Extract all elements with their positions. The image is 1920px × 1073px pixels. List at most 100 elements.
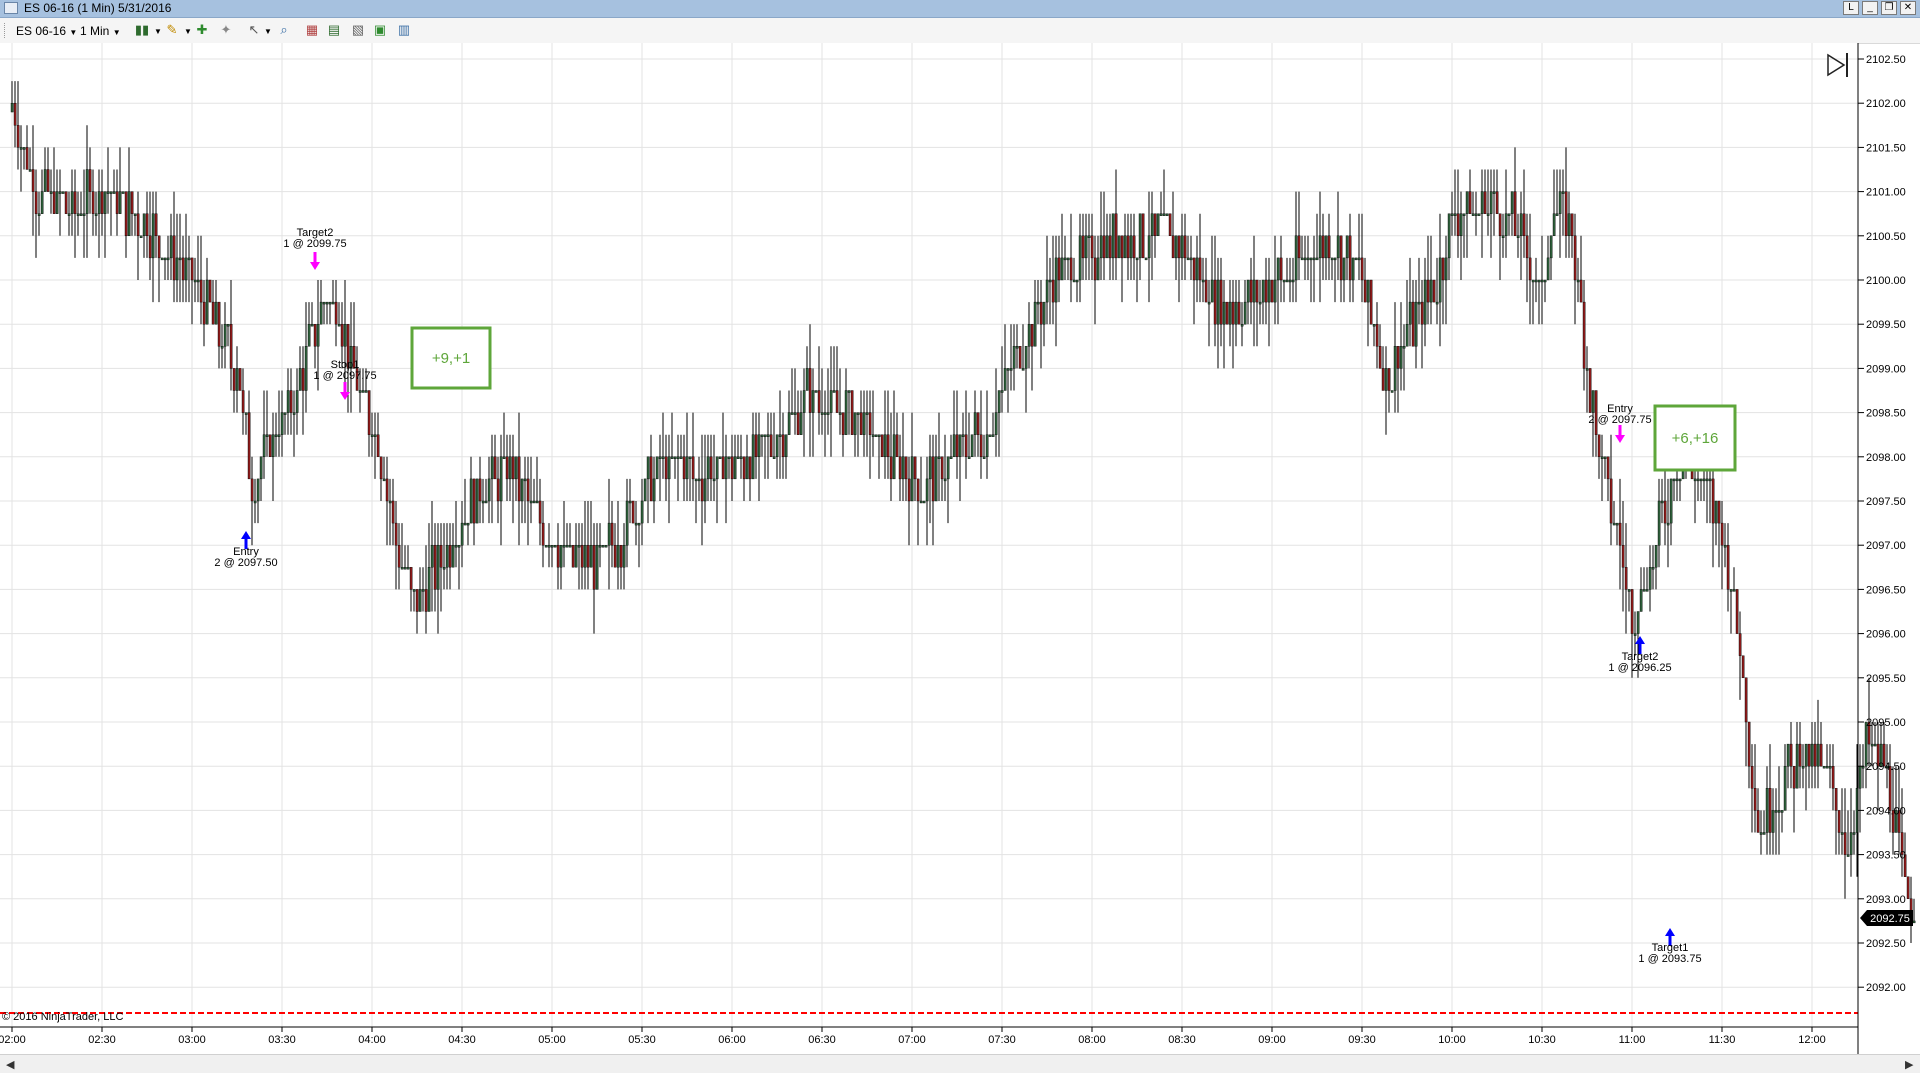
- crosshair-tool-icon[interactable]: ✦: [218, 22, 234, 38]
- link-button[interactable]: L: [1843, 1, 1859, 15]
- instrument-selector[interactable]: ES 06-16 ▼: [16, 22, 77, 40]
- price-chart[interactable]: 2102.50 2102.00 2101.50 2101.00 2100.50 2100.…: [0, 43, 1920, 1054]
- bar-body: [208, 279, 212, 303]
- bar-body: [580, 545, 584, 568]
- bar-body: [70, 191, 74, 214]
- minimize-button[interactable]: _: [1862, 1, 1878, 15]
- bar-body: [631, 500, 635, 524]
- bar-body: [400, 567, 404, 570]
- bar-body: [1156, 213, 1160, 236]
- panel-icon[interactable]: ▥: [396, 22, 412, 38]
- bar-body: [907, 478, 911, 502]
- strategies-icon[interactable]: ▤: [326, 22, 342, 38]
- bar-body: [1357, 257, 1361, 261]
- bar-type-icon[interactable]: ▮▮: [134, 22, 150, 38]
- bar-body: [1495, 191, 1499, 214]
- bar-body: [1522, 213, 1526, 236]
- bar-body: [1009, 368, 1013, 371]
- bar-body: [439, 545, 443, 568]
- price-tick-label: 2099.50: [1866, 319, 1906, 331]
- scroll-right-icon[interactable]: ▶: [1905, 1058, 1913, 1071]
- bar-body: [1444, 257, 1448, 281]
- bar-body: [733, 456, 737, 480]
- scroll-left-icon[interactable]: ◀: [6, 1058, 14, 1071]
- bar-body: [1492, 191, 1496, 194]
- bar-body: [766, 434, 770, 437]
- bar-body: [1693, 478, 1697, 482]
- bar-body: [1252, 279, 1256, 303]
- bar-body: [337, 324, 341, 327]
- annotation-detail: 1 @ 2093.75: [1638, 953, 1701, 965]
- bar-body: [850, 390, 854, 435]
- horizontal-scrollbar[interactable]: ◀ ▶: [0, 1054, 1920, 1073]
- bar-body: [1270, 279, 1274, 303]
- bar-body: [1786, 743, 1790, 767]
- bar-body: [43, 169, 47, 192]
- pencil-icon[interactable]: ✎: [164, 22, 180, 38]
- bar-body: [1030, 324, 1034, 347]
- chevron-down-icon[interactable]: ▼: [260, 24, 276, 40]
- close-button[interactable]: ✕: [1900, 1, 1916, 15]
- bar-body: [1849, 832, 1853, 855]
- bar-body: [1207, 301, 1211, 305]
- bar-body: [16, 125, 20, 148]
- interval-selector[interactable]: 1 Min ▼: [80, 22, 121, 40]
- bar-body: [358, 390, 362, 393]
- zoom-icon[interactable]: ⌕: [276, 22, 292, 38]
- bar-body: [1273, 279, 1277, 303]
- bar-body: [433, 545, 437, 590]
- data-box-icon[interactable]: ▣: [372, 22, 388, 38]
- bar-body: [910, 456, 914, 502]
- bar-body: [1714, 500, 1718, 524]
- bar-body: [1084, 235, 1088, 259]
- bar-body: [1660, 500, 1664, 504]
- bar-body: [715, 456, 719, 480]
- add-drawing-icon[interactable]: ✚: [194, 22, 210, 38]
- bar-body: [862, 412, 866, 435]
- bar-body: [823, 412, 827, 415]
- bar-body: [775, 434, 779, 458]
- bar-body: [118, 191, 122, 214]
- bar-body: [949, 456, 953, 459]
- bar-body: [124, 191, 128, 237]
- bar-body: [1039, 301, 1043, 325]
- bar-body: [964, 434, 968, 458]
- bar-body: [505, 456, 509, 480]
- time-tick-label: 02:00: [0, 1034, 26, 1046]
- indicators-icon[interactable]: ▦: [304, 22, 320, 38]
- bar-body: [1732, 589, 1736, 592]
- bar-body: [37, 213, 41, 216]
- time-tick-label: 09:30: [1348, 1034, 1376, 1046]
- bar-body: [742, 456, 746, 480]
- bar-body: [661, 456, 665, 459]
- bar-body: [193, 279, 197, 283]
- bar-body: [1906, 876, 1910, 900]
- time-tick-label: 07:00: [898, 1034, 926, 1046]
- bar-body: [1165, 213, 1169, 216]
- chart-properties-icon[interactable]: ▧: [350, 22, 366, 38]
- bar-body: [253, 500, 257, 504]
- bar-body: [313, 324, 317, 347]
- bar-body: [1648, 567, 1652, 590]
- bar-body: [190, 257, 194, 281]
- bar-body: [112, 191, 116, 194]
- bar-body: [1159, 213, 1163, 216]
- bar-body: [772, 456, 776, 459]
- bar-body: [1615, 522, 1619, 526]
- bar-body: [928, 456, 932, 480]
- bar-body: [703, 478, 707, 502]
- bar-body: [13, 103, 17, 126]
- bar-body: [1183, 235, 1187, 259]
- bar-body: [148, 235, 152, 259]
- restore-button[interactable]: ❐: [1881, 1, 1897, 15]
- bar-body: [1375, 324, 1379, 347]
- bar-body: [649, 456, 653, 502]
- bar-body: [880, 434, 884, 458]
- bar-body: [1582, 301, 1586, 369]
- bar-body: [1096, 257, 1100, 281]
- bar-body: [307, 324, 311, 347]
- bar-body: [1477, 213, 1481, 216]
- bar-body: [448, 545, 452, 568]
- time-tick-label: 11:00: [1619, 1034, 1646, 1046]
- bar-body: [1678, 478, 1682, 482]
